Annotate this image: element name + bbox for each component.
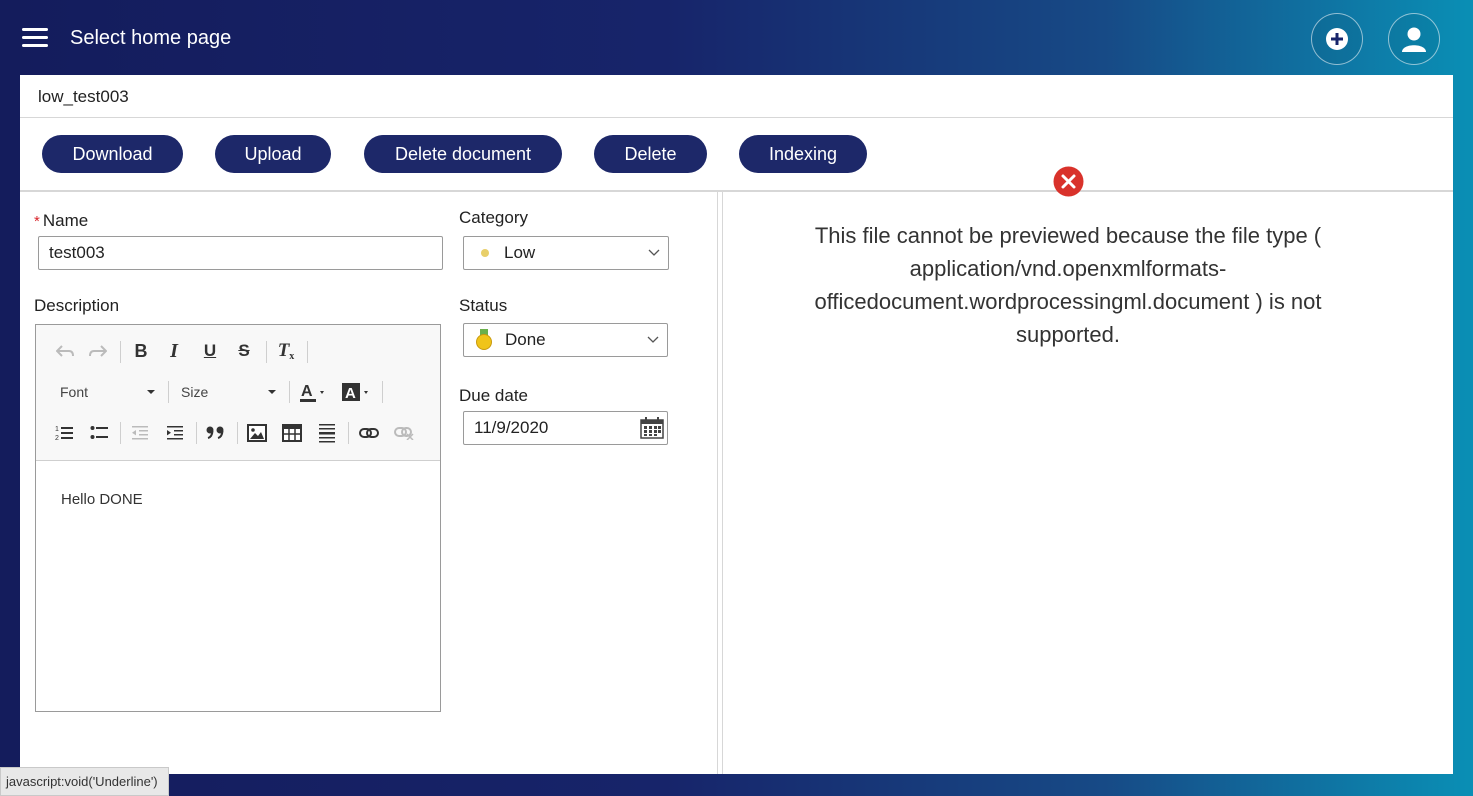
background-color-icon[interactable]: A (340, 380, 374, 404)
redo-icon[interactable] (86, 341, 110, 363)
table-icon[interactable] (281, 422, 303, 444)
required-marker: * (34, 213, 40, 230)
category-select[interactable]: Low (463, 236, 669, 270)
toolbar-separator (120, 341, 121, 363)
browser-status-bar: javascript:void('Underline') (0, 767, 169, 796)
toolbar-separator (348, 422, 349, 444)
status-select[interactable]: Done (463, 323, 668, 357)
numbered-list-icon[interactable]: 12 (53, 422, 75, 444)
link-icon[interactable] (357, 422, 381, 444)
user-profile-button[interactable] (1388, 13, 1440, 65)
toolbar-separator (237, 422, 238, 444)
font-dropdown[interactable]: Font (60, 384, 155, 400)
svg-text:A: A (301, 383, 313, 400)
unlink-icon[interactable] (392, 422, 416, 444)
name-input[interactable]: test003 (38, 236, 443, 270)
status-label: Status (459, 296, 508, 315)
decrease-indent-icon[interactable] (129, 422, 151, 444)
add-button[interactable] (1311, 13, 1363, 65)
medal-icon (476, 329, 492, 350)
due-date-label: Due date (459, 386, 528, 405)
image-icon[interactable] (246, 422, 268, 444)
category-value: Low (504, 243, 536, 262)
toolbar-separator (196, 422, 197, 444)
chevron-down-icon (647, 336, 659, 343)
italic-icon[interactable]: I (163, 340, 185, 362)
indexing-button[interactable]: Indexing (739, 135, 867, 173)
toolbar-separator (120, 422, 121, 444)
name-label: * Name (34, 211, 89, 230)
top-bar: Select home page (0, 0, 1473, 76)
dropdown-arrow-icon (268, 390, 276, 394)
divider (20, 190, 1453, 192)
calendar-icon[interactable] (640, 417, 664, 439)
size-dropdown[interactable]: Size (181, 384, 276, 400)
toolbar-separator (266, 341, 267, 363)
toolbar-separator (168, 381, 169, 403)
horizontal-line-icon[interactable] (316, 422, 338, 444)
category-color-dot (481, 249, 489, 257)
blockquote-icon[interactable] (204, 420, 228, 444)
upload-button[interactable]: Upload (215, 135, 331, 173)
category-label: Category (459, 208, 528, 227)
divider (717, 192, 718, 774)
user-icon (1402, 27, 1426, 52)
dropdown-arrow-icon (147, 390, 155, 394)
svg-text:A: A (345, 385, 356, 402)
description-label: Description (34, 296, 120, 315)
toolbar-separator (307, 341, 308, 363)
undo-icon[interactable] (53, 341, 77, 363)
text-color-icon[interactable]: A (298, 380, 330, 404)
error-circle-icon (1053, 166, 1084, 202)
bulleted-list-icon[interactable] (88, 422, 110, 444)
toolbar-separator (382, 381, 383, 403)
strikethrough-icon[interactable]: S (233, 340, 255, 362)
svg-text:1: 1 (55, 426, 59, 433)
hamburger-menu-icon[interactable] (22, 28, 48, 48)
editor-content[interactable]: Hello DONE (61, 491, 143, 508)
increase-indent-icon[interactable] (164, 422, 186, 444)
bold-icon[interactable]: B (130, 340, 152, 362)
remove-format-icon[interactable]: Tx (274, 340, 298, 362)
document-panel: low_test003 Download Upload Delete docum… (20, 75, 1453, 774)
toolbar-separator (289, 381, 290, 403)
chevron-down-icon (648, 249, 660, 256)
delete-button[interactable]: Delete (594, 135, 707, 173)
editor-toolbar: B I U S Tx Font Size A A 1 2 (36, 325, 440, 461)
delete-document-button[interactable]: Delete document (364, 135, 562, 173)
status-value: Done (505, 330, 546, 349)
add-circle-icon (1326, 28, 1348, 50)
download-button[interactable]: Download (42, 135, 183, 173)
divider (722, 192, 723, 774)
divider (20, 117, 1453, 118)
due-date-input[interactable]: 11/9/2020 (463, 411, 668, 445)
description-editor: B I U S Tx Font Size A A 1 2 Hello DONE (35, 324, 441, 712)
document-title: low_test003 (38, 87, 129, 106)
underline-icon[interactable]: U (199, 340, 221, 362)
page-selector-title[interactable]: Select home page (70, 27, 231, 50)
svg-text:2: 2 (55, 435, 59, 442)
preview-error-message: This file cannot be previewed because th… (814, 223, 1322, 347)
